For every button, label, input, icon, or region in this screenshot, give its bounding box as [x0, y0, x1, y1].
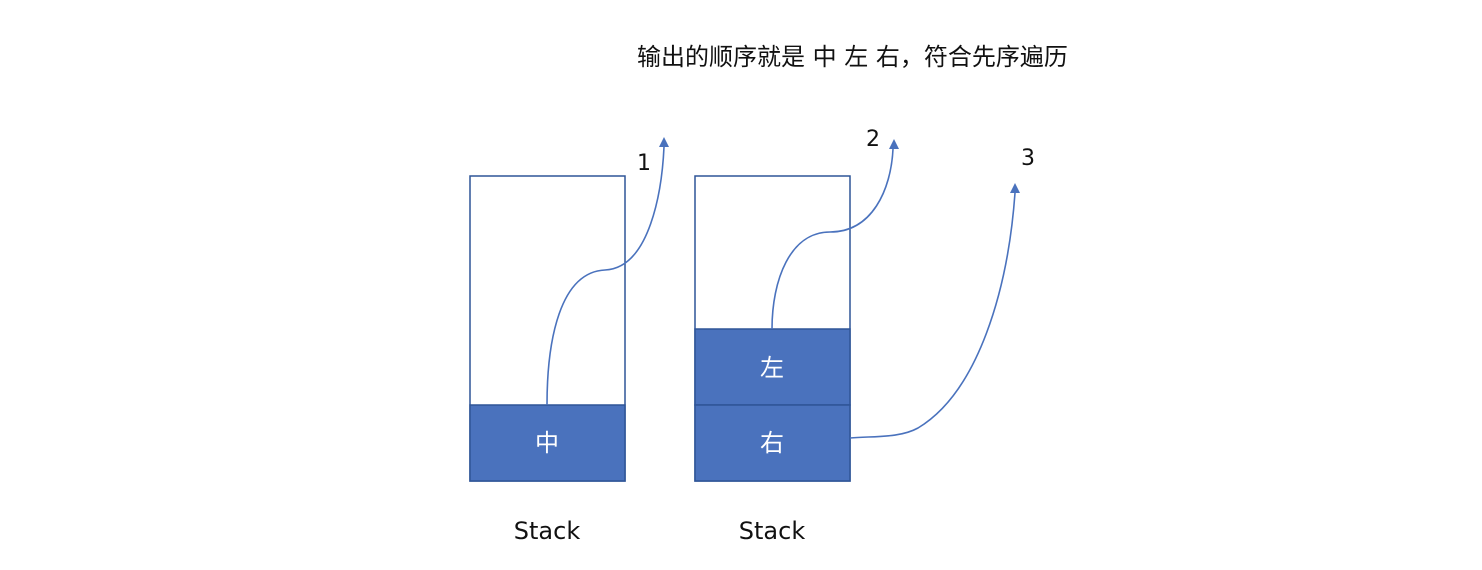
pop-arrow-1-head	[659, 137, 669, 147]
preorder-stack-diagram: 输出的顺序就是 中 左 右，符合先序遍历 中 Stack 左 右 Stack 1…	[469, 43, 1068, 545]
stack-1-cell-middle-label: 中	[535, 429, 559, 457]
diagram-caption: 输出的顺序就是 中 左 右，符合先序遍历	[637, 43, 1068, 71]
stack-2-cell-left-label: 左	[760, 354, 784, 382]
pop-arrow-3-head	[1010, 183, 1020, 193]
stack-2-cell-right-label: 右	[760, 429, 784, 457]
stack-2-label: Stack	[739, 517, 806, 545]
pop-arrow-3-line	[849, 192, 1016, 439]
step-3-label: 3	[1021, 146, 1035, 171]
step-1-label: 1	[637, 151, 651, 176]
pop-arrow-3: 3	[849, 146, 1035, 439]
pop-arrow-2-head	[889, 139, 899, 149]
stack-1: 中 Stack	[469, 175, 626, 545]
stack-1-label: Stack	[514, 517, 581, 545]
step-2-label: 2	[866, 127, 880, 152]
